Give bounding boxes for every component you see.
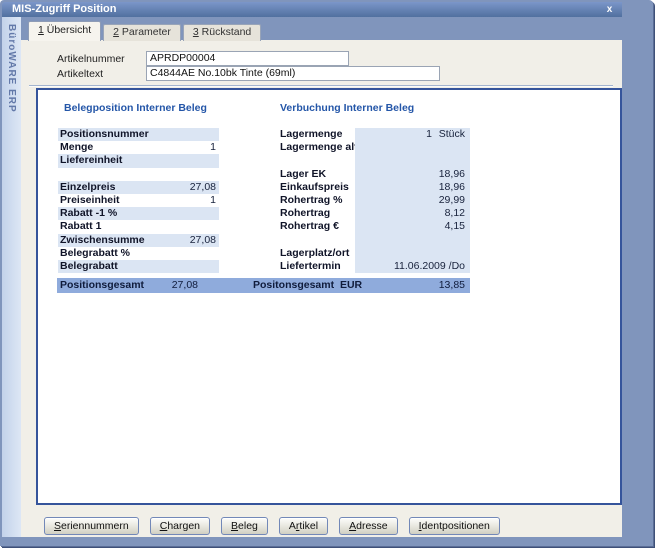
row-value-blank [355, 154, 470, 167]
row-value: 27,08 [190, 181, 219, 194]
row-value-blank [355, 234, 470, 247]
chargen-button[interactable]: Chargen [150, 517, 210, 535]
row-label: Belegrabatt % [58, 247, 216, 260]
table-row-belegrabatt: Belegrabatt [58, 260, 219, 273]
row-value [216, 220, 219, 233]
row-label: Preiseinheit [58, 194, 210, 207]
totals-band: Positionsgesamt 27,08 Positonsgesamt EUR… [57, 278, 470, 293]
row-label: Menge [58, 141, 210, 154]
row-value-lager-ek: 18,96 [355, 168, 470, 181]
tab-übersicht[interactable]: 1 Übersicht [28, 21, 101, 41]
row-value-rohertrag: 29,99 [355, 194, 470, 207]
table-row-positionsnummer: Positionsnummer [58, 128, 219, 141]
tab-parameter[interactable]: 2 Parameter [103, 24, 181, 41]
button-text: hargen [167, 520, 200, 532]
row-value: 27,08 [190, 234, 219, 247]
row-value [355, 141, 470, 154]
beleg-button[interactable]: Beleg [221, 517, 268, 535]
dialog-content: Artikelnummer APRDP00004 Artikeltext C48… [21, 40, 622, 537]
row-label: Rabatt 1 [58, 220, 216, 233]
total-left-value: 27,08 [172, 278, 198, 293]
total-right-label: Positonsgesamt EUR [253, 278, 362, 293]
row-value: 1 [210, 141, 219, 154]
footer-button-bar: SeriennummernChargenBelegArtikelAdresseI… [44, 517, 500, 535]
button-mnemonic: S [54, 520, 61, 532]
window-title: MIS-Zugriff Position [12, 3, 116, 15]
row-label: Rabatt -1 % [58, 207, 216, 220]
row-value-lagerplatz-ort [355, 247, 470, 260]
row-label: Einzelpreis [58, 181, 190, 194]
row-value [216, 247, 219, 260]
row-value: 1 [355, 128, 432, 141]
left-rows: PositionsnummerMenge1LiefereinheitEinzel… [58, 128, 219, 273]
left-section-title: Belegposition Interner Beleg [64, 102, 207, 114]
table-row-preiseinheit: Preiseinheit1 [58, 194, 219, 207]
button-text: tikel [299, 520, 318, 532]
row-value-lagermenge: 1Stück [355, 128, 470, 141]
row-label: Liefereinheit [58, 154, 216, 167]
total-left-label: Positionsgesamt [60, 278, 144, 293]
artikelnummer-label: Artikelnummer [57, 53, 125, 65]
button-text: A [289, 520, 296, 532]
row-label: Belegrabatt [58, 260, 216, 273]
table-row-zwischensumme: Zwischensumme27,08 [58, 234, 219, 247]
artikel-button[interactable]: Artikel [279, 517, 328, 535]
brand-vertical-label: BüroWARE ERP [2, 17, 17, 113]
button-text: dentpositionen [422, 520, 490, 532]
row-value-lagermenge-altern [355, 141, 470, 154]
total-right-value: 13,85 [439, 278, 465, 293]
table-row-belegrabatt: Belegrabatt % [58, 247, 219, 260]
artikeltext-input[interactable]: C4844AE No.10bk Tinte (69ml) [146, 66, 440, 81]
row-value: 29,99 [355, 194, 470, 207]
row-value-einkaufspreis: 18,96 [355, 181, 470, 194]
row-value: 8,12 [355, 207, 470, 220]
button-mnemonic: B [231, 520, 238, 532]
table-row-rabatt-1: Rabatt -1 % [58, 207, 219, 220]
seriennummern-button[interactable]: Seriennummern [44, 517, 139, 535]
row-unit: Stück [432, 128, 470, 141]
row-value-rohertrag: 8,12 [355, 207, 470, 220]
button-text: eriennummern [61, 520, 129, 532]
title-bar: MIS-Zugriff Position x [2, 2, 622, 17]
row-value [216, 260, 219, 273]
tab-rückstand[interactable]: 3 Rückstand [183, 24, 261, 41]
left-frame-strip: BüroWARE ERP [2, 17, 21, 537]
row-value [216, 207, 219, 220]
divider [29, 85, 613, 87]
table-row-menge: Menge1 [58, 141, 219, 154]
table-row-rabatt-1: Rabatt 1 [58, 220, 219, 233]
tab-label: Rückstand [199, 26, 252, 38]
button-text: eleg [238, 520, 258, 532]
artikelnummer-input[interactable]: APRDP00004 [146, 51, 349, 66]
tab-label: Parameter [119, 26, 171, 38]
row-value: 18,96 [355, 181, 470, 194]
row-value: 1 [210, 194, 219, 207]
table-row-einzelpreis: Einzelpreis27,08 [58, 181, 219, 194]
identpositionen-button[interactable]: Identpositionen [409, 517, 500, 535]
row-value: 4,15 [355, 220, 470, 233]
row-label: Zwischensumme [58, 234, 190, 247]
table-row-blank [58, 168, 219, 181]
row-value [216, 154, 219, 167]
tab-bar: 1 Übersicht2 Parameter3 Rückstand [28, 22, 261, 41]
row-value [355, 247, 470, 260]
close-icon[interactable]: x [603, 3, 616, 16]
artikeltext-label: Artikeltext [57, 68, 103, 80]
tab-label: Übersicht [44, 24, 91, 36]
row-value-rohertrag: 4,15 [355, 220, 470, 233]
row-value-liefertermin: 11.06.2009 /Do [355, 260, 470, 273]
row-value [216, 128, 219, 141]
right-value-band: 1Stück18,9618,9629,998,124,1511.06.2009 … [355, 128, 470, 273]
table-row-liefereinheit: Liefereinheit [58, 154, 219, 167]
overview-panel: Belegposition Interner Beleg Verbuchung … [36, 88, 622, 505]
adresse-button[interactable]: Adresse [339, 517, 398, 535]
button-text: dresse [356, 520, 388, 532]
dialog-window: MIS-Zugriff Position x BüroWARE ERP 1 Üb… [0, 0, 653, 546]
row-label: Positionsnummer [58, 128, 216, 141]
row-value: 18,96 [355, 168, 470, 181]
right-section-title: Verbuchung Interner Beleg [280, 102, 414, 114]
row-value: 11.06.2009 /Do [355, 260, 470, 273]
